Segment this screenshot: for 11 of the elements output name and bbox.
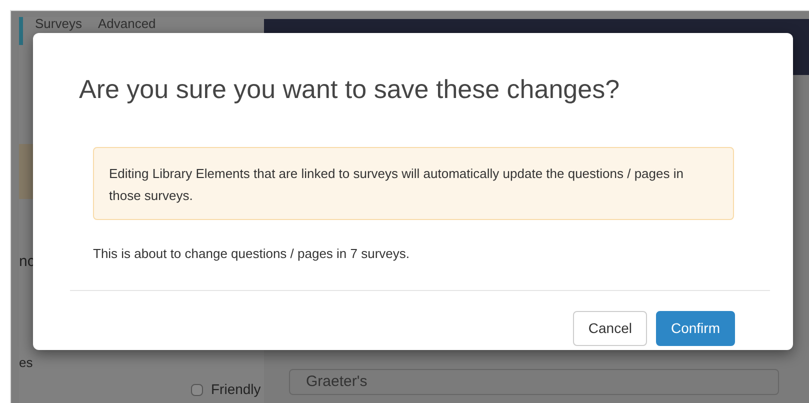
text-field[interactable]: Graeter's [289,369,779,395]
tab[interactable]: Surveys [35,17,82,31]
dialog-button[interactable]: Confirm [656,310,735,346]
checkbox[interactable] [191,384,203,396]
dialog-button[interactable]: Cancel [573,310,647,346]
dialog-message: This is about to change questions / pages in 7 surveys. [93,245,411,263]
tab[interactable]: Advanced [98,17,156,31]
text-fragment: es [19,354,33,372]
warning-alert: Editing Library Elements that are linked to surveys will automatically update the questions / pages in those surveys. [93,147,734,220]
dialog-title: Are you sure you want to save these changes? [79,73,621,106]
option-label: Friendly [211,380,261,399]
